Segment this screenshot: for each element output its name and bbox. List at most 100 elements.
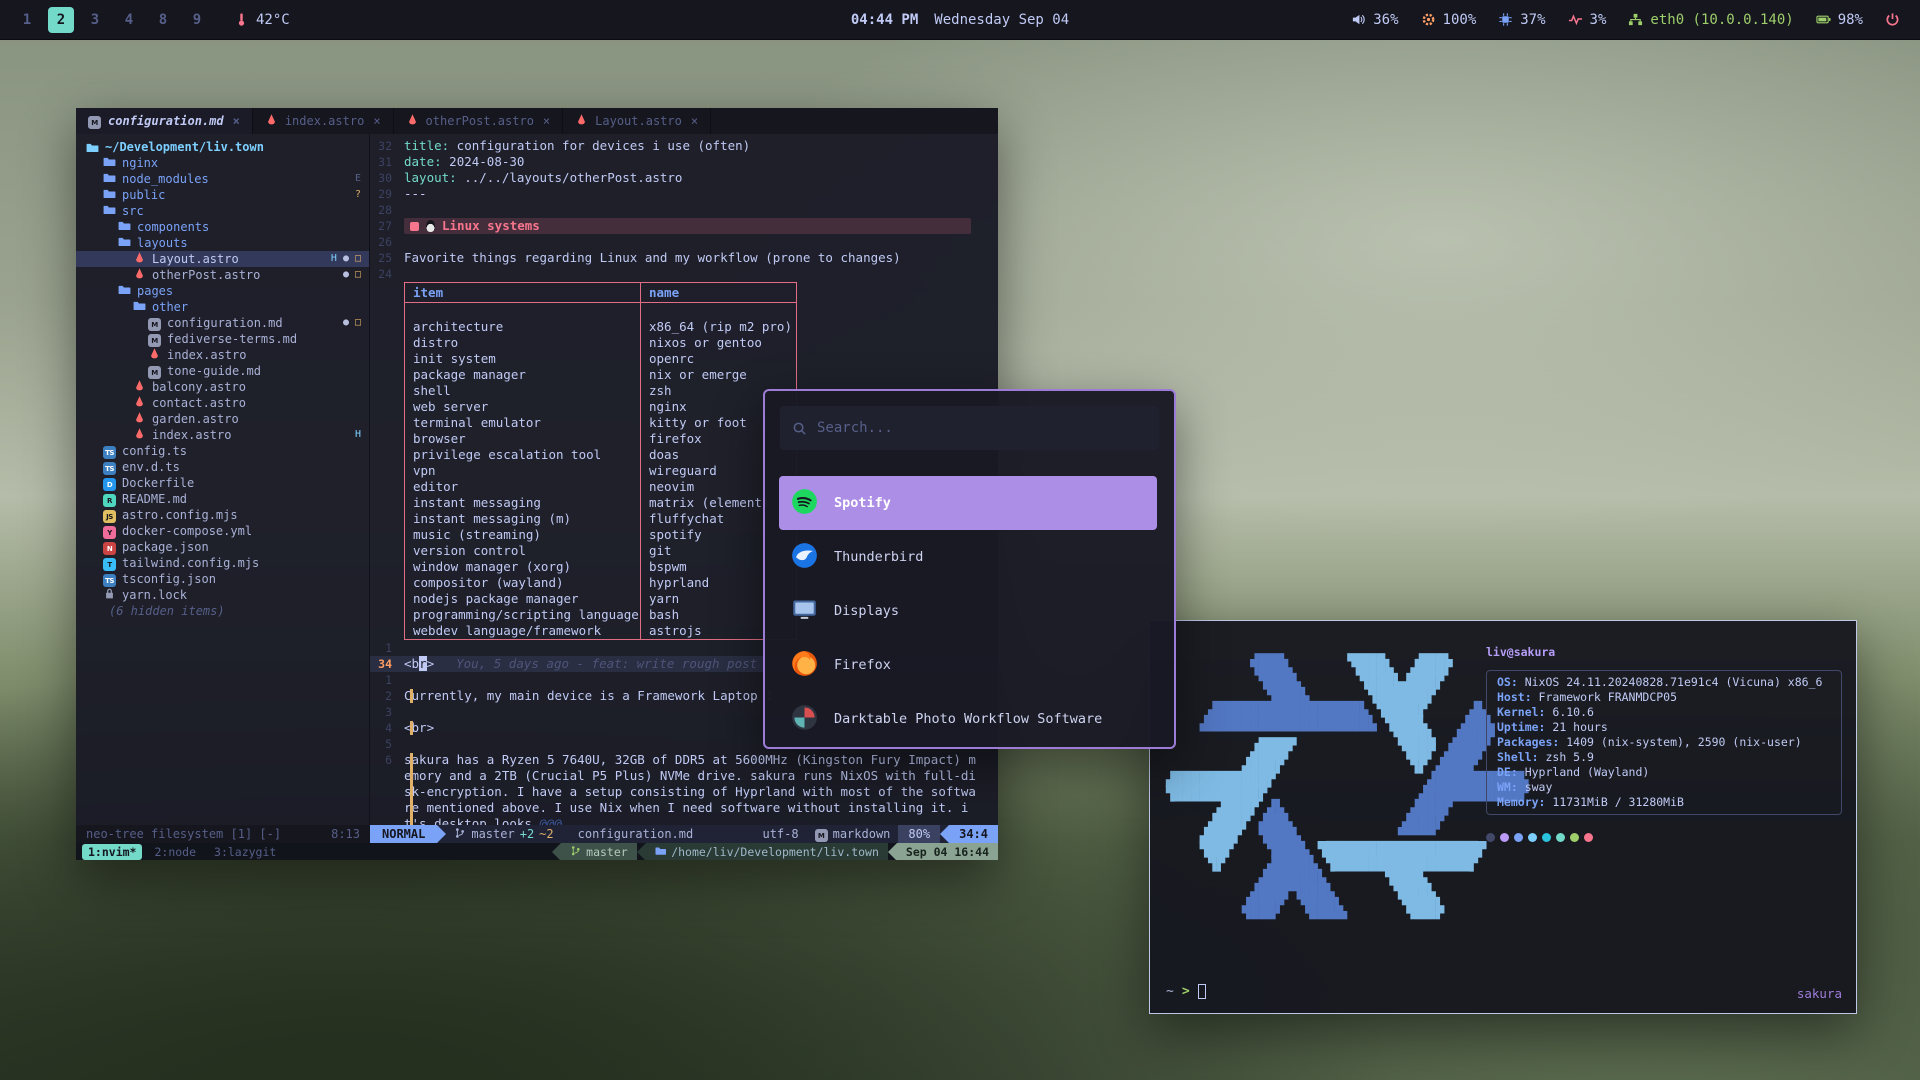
tree-item[interactable]: Mfediverse-terms.md — [76, 331, 369, 347]
tree-item[interactable]: Ttailwind.config.mjs — [76, 555, 369, 571]
tree-item[interactable]: public? — [76, 187, 369, 203]
volume-icon — [1351, 12, 1366, 27]
tmux-window-2:node[interactable]: 2:node — [148, 844, 202, 860]
memory-module[interactable]: 37% — [1498, 12, 1545, 28]
temperature-module[interactable]: 42°C — [234, 12, 290, 28]
volume-module[interactable]: 36% — [1351, 12, 1398, 28]
tree-item[interactable]: Mconfiguration.md●□ — [76, 315, 369, 331]
buffer-line[interactable]: 28 — [370, 202, 998, 218]
tab-index.astro[interactable]: index.astro× — [253, 108, 394, 134]
workspace-4[interactable]: 4 — [116, 7, 142, 33]
tree-item[interactable]: nginx — [76, 155, 369, 171]
cpu-module[interactable]: 3% — [1568, 12, 1607, 28]
buffer-line[interactable]: 29--- — [370, 186, 998, 202]
tab-otherPost.astro[interactable]: otherPost.astro× — [394, 108, 564, 134]
tree-item[interactable]: Mtone-guide.md — [76, 363, 369, 379]
network-module[interactable]: eth0 (10.0.0.140) — [1628, 12, 1793, 28]
tree-item[interactable]: Ydocker-compose.yml — [76, 523, 369, 539]
shell-prompt[interactable]: ~ > — [1166, 984, 1206, 999]
workspace-9[interactable]: 9 — [184, 7, 210, 33]
launcher-item-firefox[interactable]: Firefox — [779, 638, 1157, 692]
git-modified: ~2 — [539, 826, 553, 842]
launcher-item-thunderbird[interactable]: Thunderbird — [779, 530, 1157, 584]
brightness-module[interactable]: 100% — [1421, 12, 1477, 28]
chip-icon — [1498, 12, 1513, 27]
buffer-line[interactable]: 30layout: ../../layouts/otherPost.astro — [370, 170, 998, 186]
terminal-window[interactable]: ▗▄▄▄ ▗▄▄▄▄ ▄▄▄▖ ▜███▙ ▜███▙ ▟███▛ ▜███▙ … — [1149, 620, 1857, 1014]
tree-item[interactable]: garden.astro — [76, 411, 369, 427]
buffer-text: <br> — [404, 720, 434, 736]
clock-module[interactable]: 04:44 PM Wednesday Sep 04 — [851, 12, 1069, 28]
prompt-path: ~ — [1166, 984, 1174, 999]
tree-item[interactable]: index.astroH — [76, 427, 369, 443]
tree-item[interactable]: yarn.lock — [76, 587, 369, 603]
workspace-2[interactable]: 2 — [48, 7, 74, 33]
workspace-1[interactable]: 1 — [14, 7, 40, 33]
status-bar: 123489 42°C 04:44 PM Wednesday Sep 04 36… — [0, 0, 1920, 40]
tree-item[interactable]: Npackage.json — [76, 539, 369, 555]
tree-item[interactable]: contact.astro — [76, 395, 369, 411]
tree-item[interactable]: JSastro.config.mjs — [76, 507, 369, 523]
tree-item[interactable]: balcony.astro — [76, 379, 369, 395]
buffer-line[interactable]: 25Favorite things regarding Linux and my… — [370, 250, 998, 266]
tree-item[interactable]: TSenv.d.ts — [76, 459, 369, 475]
tree-item[interactable]: layouts — [76, 235, 369, 251]
tree-item-label: pages — [137, 283, 173, 299]
tree-item[interactable]: src — [76, 203, 369, 219]
tree-item[interactable]: components — [76, 219, 369, 235]
launcher-item-displays[interactable]: Displays — [779, 584, 1157, 638]
editor-cursor: r — [419, 656, 427, 671]
buffer-line[interactable]: 32title: configuration for devices i use… — [370, 138, 998, 154]
battery-module[interactable]: 98% — [1816, 12, 1863, 28]
tmux-window-3:lazygit[interactable]: 3:lazygit — [208, 844, 282, 860]
buffer-line[interactable]: 27Linux systems — [370, 218, 998, 234]
line-number: 3 — [370, 704, 404, 720]
workspace-8[interactable]: 8 — [150, 7, 176, 33]
temperature-value: 42°C — [256, 12, 290, 28]
tree-item[interactable]: other — [76, 299, 369, 315]
tree-item[interactable]: TStsconfig.json — [76, 571, 369, 587]
tree-item[interactable]: index.astro — [76, 347, 369, 363]
nixos-logo-line: ▄▄▄▄▖ ▜███▙ ▟███▛ — [1166, 731, 1528, 745]
buffer-line[interactable]: 24 — [370, 266, 998, 282]
palette-dot — [1542, 833, 1551, 842]
tree-root[interactable]: ~/Development/liv.town — [76, 139, 369, 155]
buffer-line[interactable]: 31date: 2024-08-30 — [370, 154, 998, 170]
tree-item[interactable]: otherPost.astro●□ — [76, 267, 369, 283]
tmux-window-1:nvim*[interactable]: 1:nvim* — [82, 844, 142, 860]
launcher-item-darktable[interactable]: Darktable Photo Workflow Software — [779, 692, 1157, 746]
tree-item[interactable]: TSconfig.ts — [76, 443, 369, 459]
tree-item-label: src — [122, 203, 144, 219]
fetch-row: WM: sway — [1497, 780, 1831, 795]
tabline: Mconfiguration.md×index.astro×otherPost.… — [76, 108, 998, 134]
tree-item[interactable]: Layout.astroH●□ — [76, 251, 369, 267]
buffer-line[interactable]: 26 — [370, 234, 998, 250]
power-module[interactable] — [1885, 12, 1900, 27]
tree-item[interactable]: node_modulesE — [76, 171, 369, 187]
darktable-icon — [791, 704, 818, 735]
tree-item-badge: H — [355, 427, 361, 443]
close-icon[interactable]: × — [373, 113, 380, 129]
tree-item-badge: ● — [343, 315, 349, 331]
fetch-value: 1409 (nix-system), 2590 (nix-user) — [1559, 735, 1801, 749]
js-icon: JS — [103, 507, 116, 524]
buffer-line[interactable]: 6sakura has a Ryzen 5 7640U, 32GB of DDR… — [370, 752, 998, 826]
close-icon[interactable]: × — [233, 113, 240, 129]
search-input[interactable] — [817, 420, 1147, 436]
tree-item[interactable]: pages — [76, 283, 369, 299]
tab-configuration.md[interactable]: Mconfiguration.md× — [76, 108, 253, 134]
nixos-logo-line: ▜███▙ ▜███▙▟███▛ — [1166, 675, 1528, 689]
close-icon[interactable]: × — [543, 113, 550, 129]
tab-Layout.astro[interactable]: Layout.astro× — [563, 108, 711, 134]
nixos-logo-line: ▟███▛ ▟▙ ▟███▛ — [1166, 801, 1528, 815]
line-number: 24 — [370, 266, 404, 282]
tree-item[interactable]: DDockerfile — [76, 475, 369, 491]
close-icon[interactable]: × — [691, 113, 698, 129]
brightness-value: 100% — [1443, 12, 1477, 28]
tree-item[interactable]: (6 hidden items) — [76, 603, 369, 619]
tree-item[interactable]: RREADME.md — [76, 491, 369, 507]
launcher-item-spotify[interactable]: Spotify — [779, 476, 1157, 530]
workspace-3[interactable]: 3 — [82, 7, 108, 33]
table-row: architecturex86_64 (rip m2 pro) — [405, 319, 797, 335]
penguin-emoji — [426, 220, 435, 232]
